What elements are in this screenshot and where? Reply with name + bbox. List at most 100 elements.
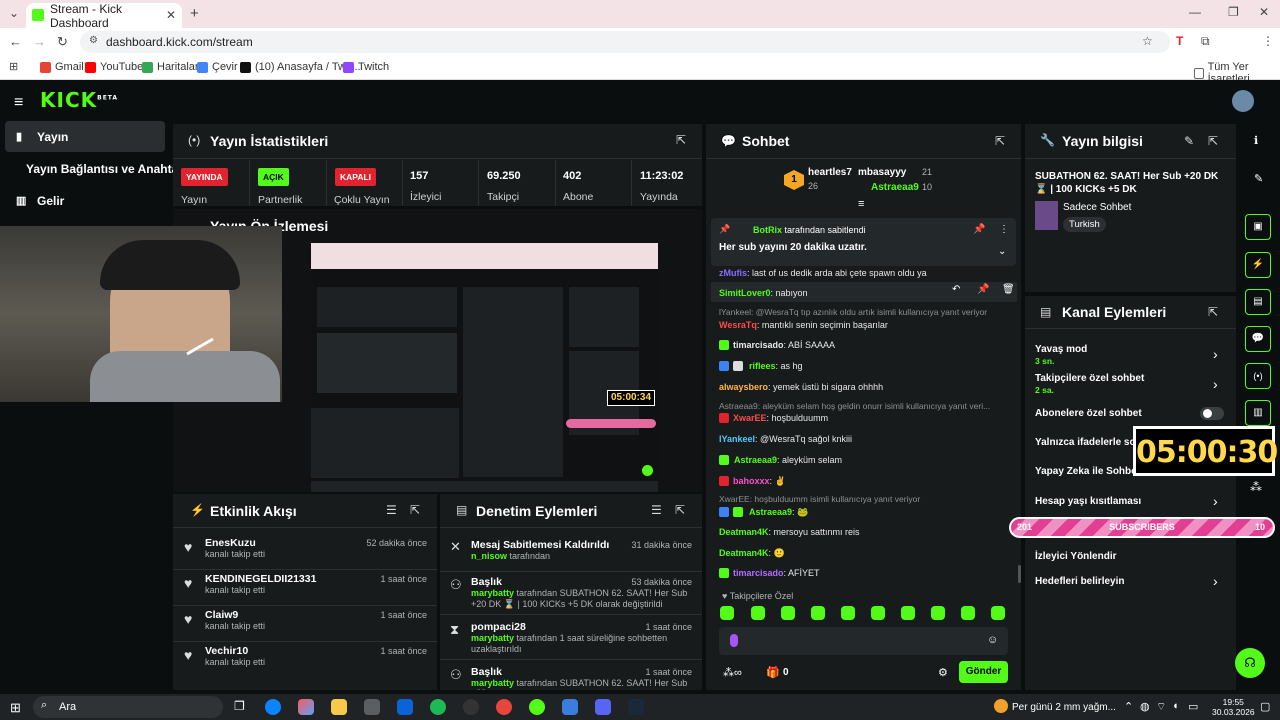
lightning-icon[interactable]: ⚡ [1245,252,1271,278]
tray-app-icon[interactable]: ◍ [1140,700,1150,713]
close-tab-icon[interactable]: ✕ [166,8,176,22]
windows-start-icon[interactable]: ⊞ [10,700,21,716]
event-user[interactable]: Claiw9 [205,609,265,621]
event-user[interactable]: EnesKuzu [205,537,265,549]
mod-user[interactable]: n_nisow [471,551,507,561]
stream-preview-video[interactable]: 05:00:34 [311,243,658,492]
chevron-right-icon[interactable]: › [1213,346,1218,362]
settings-gear-icon[interactable]: ⚙ [938,666,948,679]
task-view-icon[interactable]: ❐ [234,699,245,713]
slow-mode-row[interactable]: Yavaş mod 3 sn. [1035,344,1087,366]
notifications-icon[interactable]: ▢ [1260,700,1270,713]
bookmark-translate[interactable]: Çevir [197,61,238,73]
bookmark-twitch[interactable]: Twitch [343,61,389,73]
filter-icon[interactable]: ☰ [386,503,397,517]
emote-icon[interactable] [901,606,915,620]
emote-icon[interactable] [751,606,765,620]
bookmark-gmail[interactable]: Gmail [40,61,84,73]
layout-icon[interactable]: ▥ [1245,400,1271,426]
volume-icon[interactable]: ◖ [1172,700,1179,712]
emote-icon[interactable] [841,606,855,620]
gifter-name[interactable]: mbasayyy [858,167,906,178]
discord-icon[interactable] [595,699,611,715]
clock[interactable]: 19:55 30.03.2026 [1212,697,1255,717]
steam-icon[interactable] [628,699,644,715]
copilot-icon[interactable] [298,699,314,715]
info-icon[interactable]: ℹ [1254,134,1258,147]
edit-pencil-icon[interactable]: ✎ [1184,134,1194,148]
browser-tab[interactable]: Stream - Kick Dashboard ✕ [26,2,182,30]
emote-icon[interactable] [781,606,795,620]
sidebar-item-gelir[interactable]: Gelir [37,194,64,208]
store-icon[interactable] [364,699,380,715]
chevron-down-icon[interactable]: ⌄ [998,246,1006,257]
add-widget-icon[interactable]: ⁂ [1250,480,1262,494]
kick-app-icon[interactable] [529,699,545,715]
url-field[interactable]: ⚙ dashboard.kick.com/stream [80,31,1170,53]
unpin-icon[interactable]: 📌 [973,224,985,235]
edit-icon[interactable]: ✎ [1254,172,1263,185]
outlook-icon[interactable] [397,699,413,715]
edge-icon[interactable] [265,699,281,715]
support-headset-icon[interactable]: ☊ [1235,648,1265,678]
file-explorer-icon[interactable] [331,699,347,715]
back-icon[interactable]: ← [9,34,22,49]
weather-text[interactable]: Per günü 2 mm yağm... [1012,702,1116,713]
reload-icon[interactable]: ↻ [57,34,68,50]
close-window-icon[interactable]: ✕ [1259,5,1269,19]
clip-icon[interactable]: ▣ [1245,214,1271,240]
broadcast-icon[interactable]: (•) [1245,363,1271,389]
obs-icon[interactable] [463,699,479,715]
subscribers-only-toggle[interactable] [1200,407,1224,420]
emoji-icon[interactable]: ☺ [987,634,998,646]
document-icon[interactable]: ▤ [1245,289,1271,315]
filter-icon[interactable]: ☰ [651,503,662,517]
account-age-row[interactable]: Hesap yaşı kısıtlaması [1035,496,1141,507]
host-redirect-row[interactable]: İzleyici Yönlendir [1035,551,1117,562]
user-avatar[interactable] [1232,90,1254,112]
event-user[interactable]: Vechir10 [205,645,265,657]
popout-icon[interactable]: ⇱ [995,134,1005,148]
tray-chevron-icon[interactable]: ⌃ [1124,700,1133,713]
mod-user[interactable]: marybatty [471,678,514,688]
taskbar-search[interactable]: ⌕ Ara [33,696,223,718]
emote-icon[interactable] [961,606,975,620]
chevron-right-icon[interactable]: › [1213,376,1218,392]
top-gifter-name[interactable]: heartles7 [808,167,852,178]
pin-message-icon[interactable]: 📌 [977,284,989,295]
sidebar-item-yayin[interactable] [5,121,165,152]
tab-search-icon[interactable]: ⌄ [9,6,19,20]
more-icon[interactable]: ⋮ [999,224,1009,235]
popout-icon[interactable]: ⇱ [410,503,420,517]
chevron-right-icon[interactable]: › [1213,493,1218,509]
app-icon[interactable] [562,699,578,715]
forward-icon[interactable]: → [33,34,46,49]
bookmark-star-icon[interactable]: ☆ [1142,34,1153,48]
sidebar-item-stream-key[interactable]: Yayın Bağlantısı ve Anahtarı [26,162,186,176]
extension-icon[interactable]: T [1176,34,1183,48]
site-info-icon[interactable]: ⚙ [89,35,98,46]
apps-icon[interactable]: ⊞ [9,60,18,73]
wifi-icon[interactable]: ⌔ [1156,700,1166,714]
spotify-icon[interactable] [430,699,446,715]
goals-row[interactable]: Hedefleri belirleyin [1035,576,1124,587]
collapse-icon[interactable]: ≡ [858,198,864,210]
chat-scrollbar[interactable] [1018,565,1021,583]
chrome-icon[interactable] [496,699,512,715]
gifter-name[interactable]: Astraeaa9 [871,182,919,193]
bookmark-maps[interactable]: Haritalar [142,61,199,73]
emote-icon[interactable] [720,606,734,620]
gift-icon[interactable]: 🎁 [766,666,780,679]
popout-icon[interactable]: ⇱ [676,133,686,147]
points-icon[interactable]: ⁂∞ [723,666,742,679]
hamburger-menu-icon[interactable]: ≡ [14,94,23,112]
followers-only-row[interactable]: Takipçilere özel sohbet 2 sa. [1035,373,1144,395]
emote-icon[interactable] [991,606,1005,620]
event-user[interactable]: KENDINEGELDII21331 [205,573,316,585]
chevron-right-icon[interactable]: › [1213,573,1218,589]
popout-icon[interactable]: ⇱ [1208,305,1218,319]
battery-icon[interactable]: ▭ [1188,700,1198,713]
bookmark-youtube[interactable]: YouTube [85,61,143,73]
chat-input[interactable]: ☺ [719,627,1008,655]
extensions-icon[interactable]: ⧉ [1201,34,1210,49]
